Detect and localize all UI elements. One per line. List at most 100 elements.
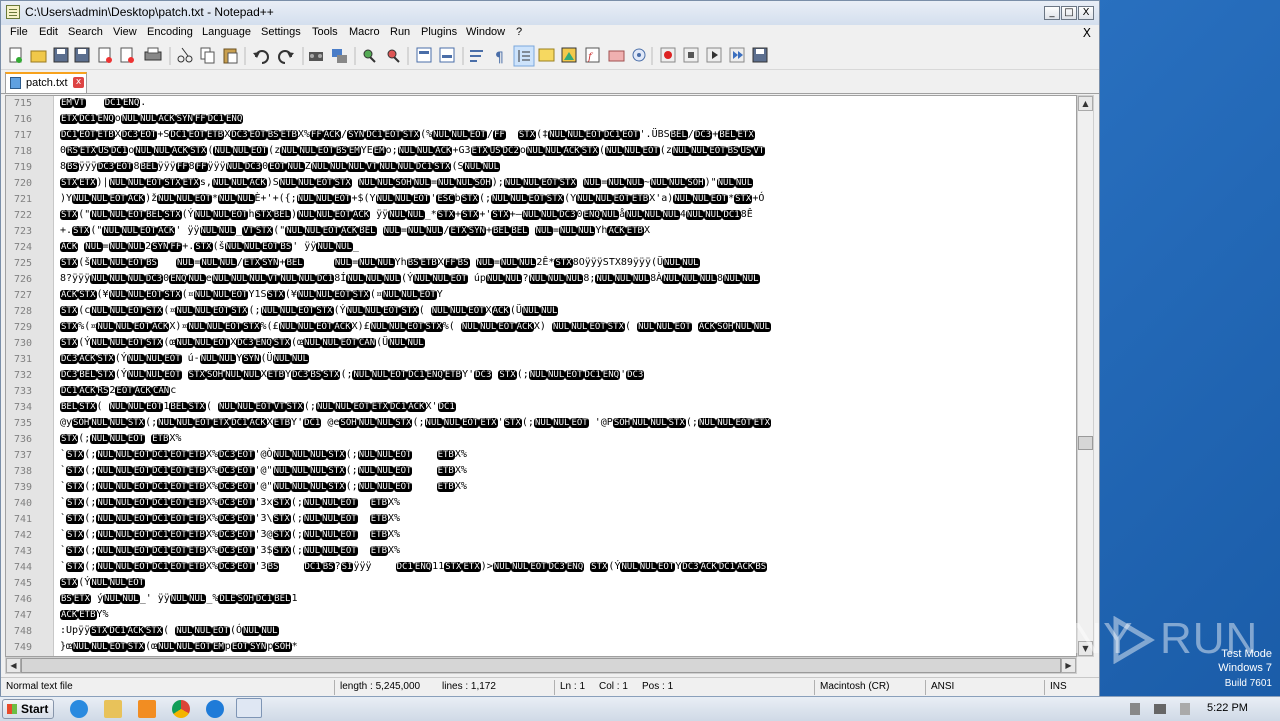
line-text: `STX(;NUL NUL EOT DC1 EOT ETBX%DC3 EOT'3@STX(;… <box>60 529 401 540</box>
menu-window[interactable]: Window <box>466 26 505 38</box>
windows-logo-icon <box>7 704 17 714</box>
clock[interactable]: 5:22 PM <box>1207 702 1248 714</box>
menu-edit[interactable]: Edit <box>39 26 58 38</box>
menu-help[interactable]: ? <box>516 26 522 38</box>
status-file-type: Normal text file <box>6 681 73 692</box>
horizontal-scrollbar[interactable]: ◀ ▶ <box>5 657 1077 674</box>
tab-patch-txt[interactable]: patch.txt x <box>5 72 87 93</box>
anyrun-watermark: ANY RUN <box>1040 614 1257 666</box>
find-icon[interactable] <box>309 52 323 61</box>
maximize-button[interactable]: □ <box>1061 6 1077 20</box>
line-number: 719 <box>14 162 33 173</box>
windows-version-label: Windows 7 <box>1218 662 1272 674</box>
notepadpp-taskbar-icon[interactable] <box>236 698 262 718</box>
title-bar[interactable]: C:\Users\admin\Desktop\patch.txt - Notep… <box>1 1 1099 26</box>
menu-encoding[interactable]: Encoding <box>147 26 193 38</box>
taskbar: Start 5:22 PM <box>0 696 1280 721</box>
zoom-out-icon[interactable] <box>387 49 400 63</box>
media-player-icon[interactable] <box>138 700 156 718</box>
line-number: 730 <box>14 338 33 349</box>
minimize-button[interactable]: _ <box>1044 6 1060 20</box>
tab-bar: patch.txt x <box>1 70 1099 94</box>
scroll-left-arrow-icon[interactable]: ◀ <box>6 658 21 673</box>
line-number: 723 <box>14 226 33 237</box>
all-chars-icon[interactable]: ¶ <box>495 50 504 66</box>
flag-icon[interactable] <box>1180 703 1190 715</box>
close-document-x[interactable]: X <box>1083 26 1091 40</box>
close-icon[interactable] <box>98 47 112 63</box>
copy-icon[interactable] <box>200 47 215 64</box>
menu-settings[interactable]: Settings <box>261 26 301 38</box>
function-list-icon[interactable]: f <box>585 47 600 63</box>
test-mode-label: Test Mode <box>1221 648 1272 660</box>
sync-v-icon[interactable] <box>416 47 432 63</box>
save-all-icon[interactable] <box>74 47 90 63</box>
menu-tools[interactable]: Tools <box>312 26 338 38</box>
doc-map-icon[interactable] <box>561 47 577 63</box>
record-macro-icon[interactable] <box>660 47 676 63</box>
close-window-button[interactable]: X <box>1078 6 1094 20</box>
menu-search[interactable]: Search <box>68 26 103 38</box>
explorer-icon[interactable] <box>104 700 122 718</box>
chrome-icon[interactable] <box>172 700 190 718</box>
lang-udl-icon[interactable] <box>538 48 555 62</box>
sync-h-icon[interactable] <box>439 47 455 63</box>
cut-icon[interactable] <box>177 47 193 63</box>
status-lines: lines : 1,172 <box>442 681 496 692</box>
line-number: 743 <box>14 546 33 557</box>
undo-icon[interactable] <box>253 50 269 64</box>
text-line: 726 8?ÿÿÿNUL NUL NUL DC30ENQ NULeNUL NUL NUL VT N… <box>6 272 1076 288</box>
play-macro-icon[interactable] <box>706 47 722 63</box>
tab-close-icon[interactable]: x <box>73 77 84 88</box>
ie-icon[interactable] <box>70 700 88 718</box>
line-text: STX("NUL NUL EOT BEL STX(ÝNUL NUL EOThSTX BEL)N… <box>60 209 753 220</box>
menu-language[interactable]: Language <box>202 26 251 38</box>
indent-guide-icon[interactable] <box>513 45 535 67</box>
print-icon[interactable] <box>144 47 162 61</box>
line-number: 744 <box>14 562 33 573</box>
new-file-icon[interactable] <box>9 47 22 63</box>
edge-icon[interactable] <box>206 700 224 718</box>
stop-macro-icon[interactable] <box>683 47 699 63</box>
menu-plugins[interactable]: Plugins <box>421 26 457 38</box>
save-macro-icon[interactable] <box>752 47 768 63</box>
vertical-scrollbar[interactable]: ▲ ▼ <box>1077 95 1094 657</box>
line-number: 732 <box>14 370 33 381</box>
menu-run[interactable]: Run <box>390 26 410 38</box>
text-line: 717 DC1 EOT ETBXDC3 EOT+SDC1 EOT ETBXDC3 EOT BS E… <box>6 128 1076 144</box>
text-line: 719 8BSÿÿÿDC3 EOT8BELÿÿÿFF8FFÿÿÿNUL DC30EOT… <box>6 160 1076 176</box>
run-macro-multiple-icon[interactable] <box>729 47 745 63</box>
speaker-icon[interactable] <box>1130 703 1140 715</box>
scroll-up-arrow-icon[interactable]: ▲ <box>1078 96 1093 111</box>
text-line: 738 `STX(;NUL NUL EOT DC1 EOT ETBX%DC3 EOT'@"NU… <box>6 464 1076 480</box>
network-icon[interactable] <box>1154 704 1166 714</box>
replace-icon[interactable] <box>332 49 347 63</box>
line-number: 745 <box>14 578 33 589</box>
status-insert-mode: INS <box>1050 681 1067 692</box>
menu-macro[interactable]: Macro <box>349 26 380 38</box>
wrap-icon[interactable] <box>470 50 483 62</box>
menu-file[interactable]: File <box>10 26 28 38</box>
line-number: 731 <box>14 354 33 365</box>
menu-view[interactable]: View <box>113 26 137 38</box>
text-line: 729 STX%(¤NUL NUL EOT ACKX)¤NUL NUL EOT STX%(£N… <box>6 320 1076 336</box>
text-line: 745 STX(ÝNUL NUL EOT <box>6 576 1076 592</box>
open-file-icon[interactable] <box>30 50 47 63</box>
folder-workspace-icon[interactable] <box>608 50 625 62</box>
close-all-icon[interactable] <box>120 47 134 63</box>
line-text: `STX(;NUL NUL EOT DC1 EOT ETBX%DC3 EOT'@"NUL NU… <box>60 465 467 476</box>
line-text: STX(ÝNUL NUL EOT <box>60 577 146 588</box>
zoom-in-icon[interactable] <box>363 49 376 63</box>
monitor-icon[interactable] <box>632 48 646 62</box>
text-editor[interactable]: 715 EM VT DC1 ENQ. 716 ETX DC1 ENQoNUL NUL ACK SYN… <box>5 95 1077 657</box>
save-icon[interactable] <box>53 47 69 63</box>
paste-icon[interactable] <box>223 48 238 64</box>
line-text: DC3 BEL STX(ÝNUL NUL EOT STX SOH NUL NULXETBYDC… <box>60 369 645 380</box>
start-button[interactable]: Start <box>2 699 54 719</box>
line-number: 739 <box>14 482 33 493</box>
vertical-scroll-thumb[interactable] <box>1078 436 1093 450</box>
text-line: 724 ACK NUL=NUL NUL2SYN FF+.STX(šNUL NUL EOT B… <box>6 240 1076 256</box>
redo-icon[interactable] <box>278 50 294 64</box>
text-line: 734 BEL STX( NUL NUL EOT1BEL STX( NUL NUL EOT VT… <box>6 400 1076 416</box>
horizontal-scroll-thumb[interactable] <box>21 658 1061 673</box>
